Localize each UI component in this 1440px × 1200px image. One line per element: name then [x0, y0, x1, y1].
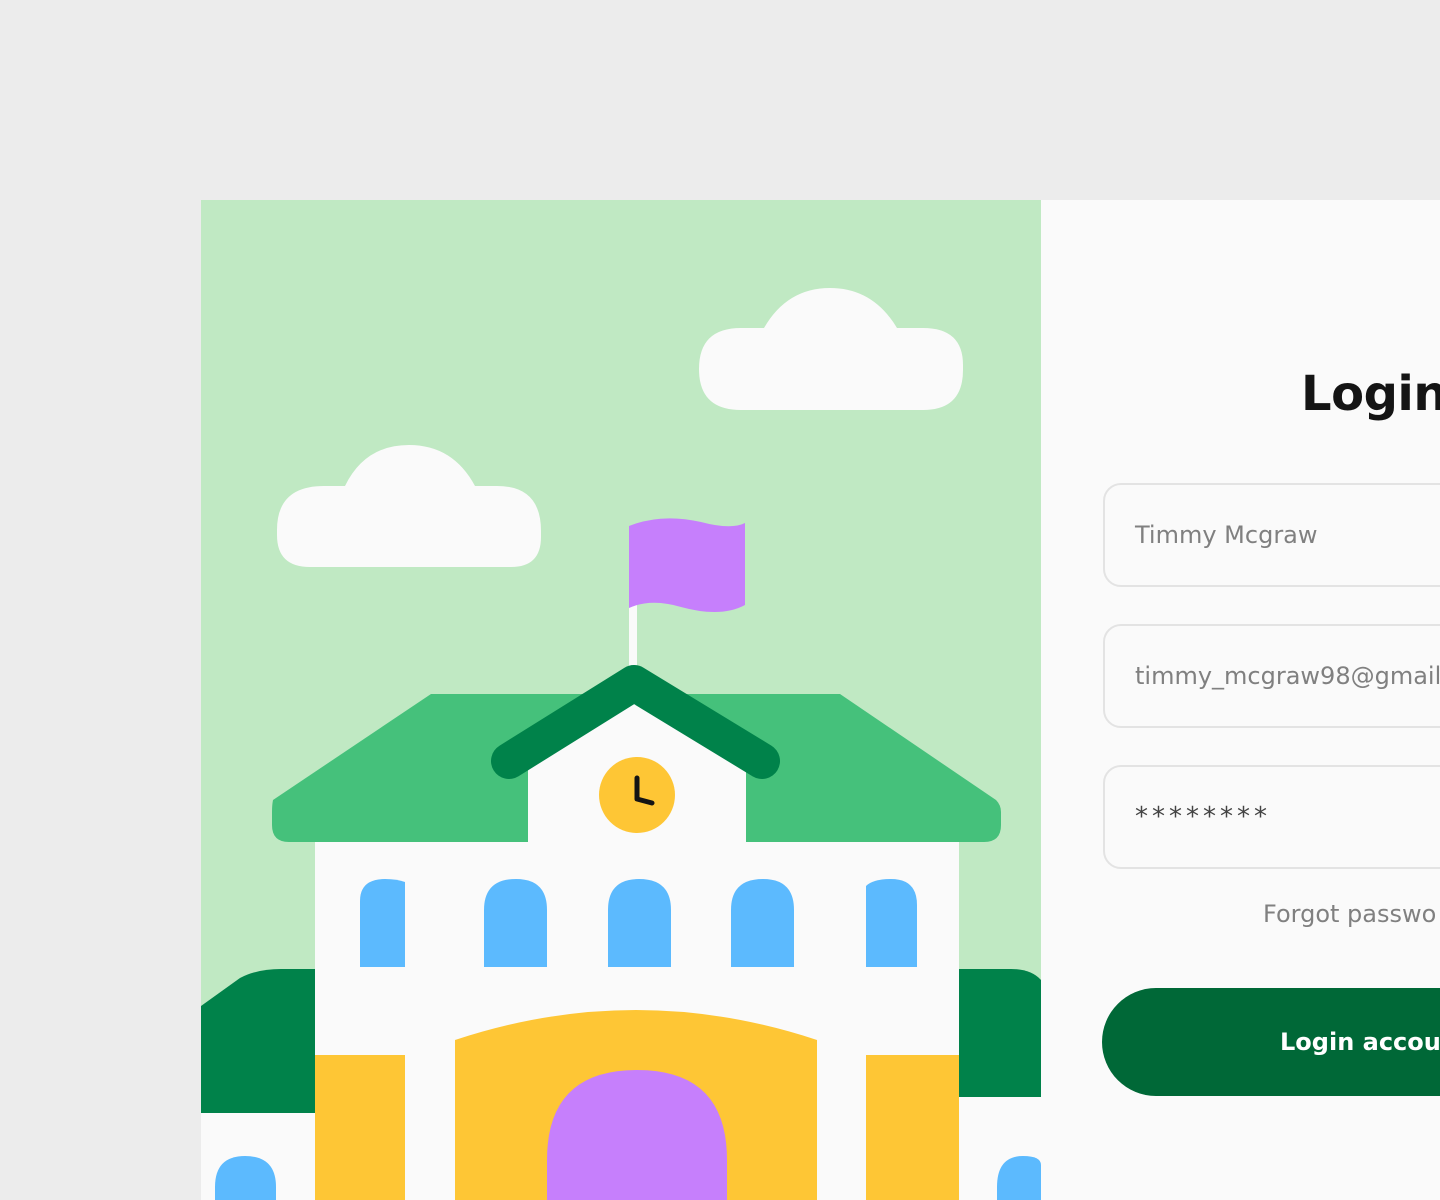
name-field-value: Timmy Mcgraw	[1135, 521, 1318, 549]
side-window-left	[215, 1156, 276, 1200]
flag-icon	[629, 518, 745, 613]
cloud-left	[277, 445, 541, 567]
password-field-value: ********	[1135, 802, 1271, 832]
forgot-password-link[interactable]: Forgot passwo	[1263, 900, 1436, 928]
email-field[interactable]: timmy_mcgraw98@gmail	[1103, 624, 1440, 728]
login-panel: Login Timmy Mcgraw timmy_mcgraw98@gmail …	[1041, 200, 1440, 1200]
cloud-right	[699, 288, 963, 410]
window-3	[608, 879, 671, 967]
pillar-left	[315, 1055, 405, 1200]
flag-pole	[629, 605, 637, 671]
clock-icon	[599, 757, 675, 833]
window-2	[484, 879, 547, 967]
window-4	[731, 879, 794, 967]
pillar-right	[866, 1055, 959, 1200]
login-account-button[interactable]: Login accoun	[1102, 988, 1440, 1096]
window-1	[360, 879, 405, 967]
school-illustration-graphic	[201, 288, 1041, 1200]
name-field[interactable]: Timmy Mcgraw	[1103, 483, 1440, 587]
window-5	[866, 879, 917, 967]
password-field[interactable]: ********	[1103, 765, 1440, 869]
school-illustration	[201, 200, 1041, 1200]
login-button-label: Login accoun	[1280, 1028, 1440, 1056]
login-title: Login	[1301, 366, 1440, 422]
email-field-value: timmy_mcgraw98@gmail	[1135, 662, 1440, 690]
hill-left	[201, 969, 331, 1113]
door	[547, 1070, 727, 1200]
